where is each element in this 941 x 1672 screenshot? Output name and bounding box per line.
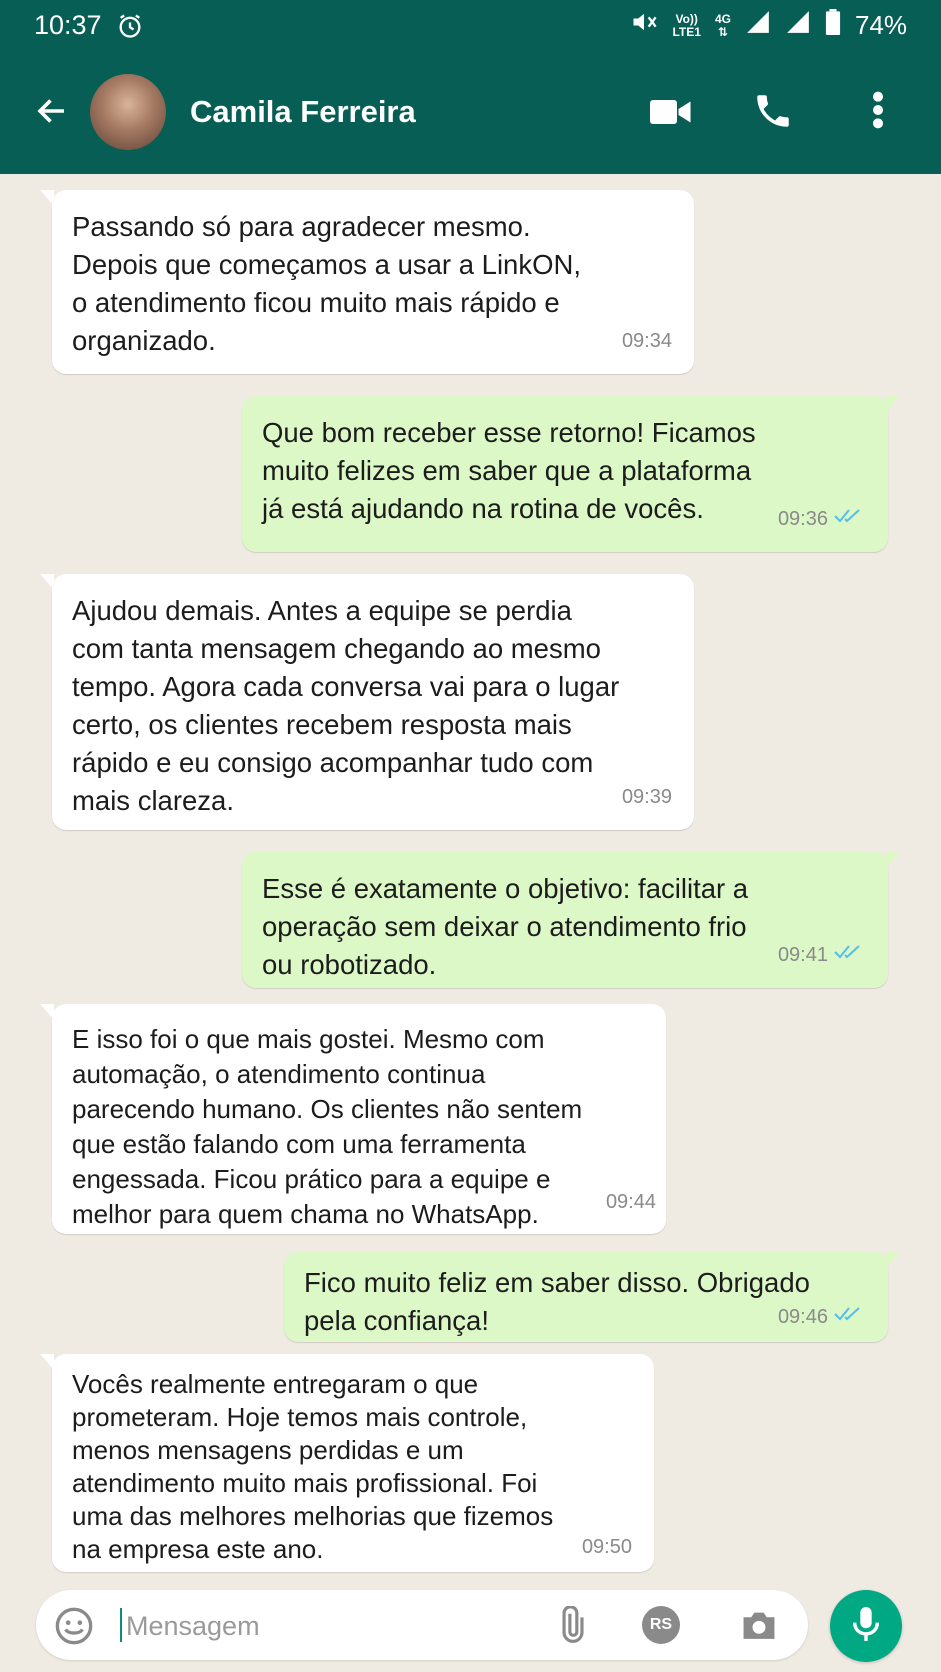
message-line: Ajudou demais. Antes a equipe se perdia xyxy=(72,595,572,626)
message-line: Passando só para agradecer mesmo. xyxy=(72,211,531,242)
message-line: Depois que começamos a usar a LinkON, xyxy=(72,249,581,280)
message-bubble-incoming[interactable]: Ajudou demais. Antes a equipe se perdia … xyxy=(40,574,694,830)
emoji-icon[interactable] xyxy=(54,1606,94,1651)
message-line: mais clareza. xyxy=(72,785,234,816)
signal-icon xyxy=(745,9,771,42)
message-line: Que bom receber esse retorno! Ficamos xyxy=(262,417,756,448)
message-time: 09:50 xyxy=(581,1536,632,1558)
status-bar: 10:37 Vo)) LTE1 4G ⇅ 74% xyxy=(0,0,941,50)
message-line: que estão falando com uma ferramenta xyxy=(72,1129,526,1159)
attach-icon[interactable] xyxy=(552,1605,590,1649)
message-line: atendimento muito mais profissional. Foi xyxy=(72,1468,538,1498)
message-line: automação, o atendimento continua xyxy=(72,1059,486,1089)
message-time: 09:36 xyxy=(777,508,828,530)
message-line: Esse é exatamente o objetivo: facilitar … xyxy=(262,873,749,904)
more-vert-icon[interactable] xyxy=(870,90,886,135)
message-line: E isso foi o que mais gostei. Mesmo com xyxy=(72,1024,545,1054)
message-composer: RS xyxy=(36,1590,808,1660)
message-line: parecendo humano. Os clientes não sentem xyxy=(72,1094,583,1124)
read-ticks-icon xyxy=(834,1298,866,1336)
message-bubble-incoming[interactable]: Vocês realmente entregaram o que promete… xyxy=(40,1354,654,1572)
alarm-icon xyxy=(116,12,144,45)
status-time: 10:37 xyxy=(34,10,102,40)
volte-label: Vo)) xyxy=(675,11,698,26)
message-bubble-outgoing[interactable]: Que bom receber esse retorno! Ficamos mu… xyxy=(242,396,900,552)
message-bubble-incoming[interactable]: E isso foi o que mais gostei. Mesmo com … xyxy=(40,1004,666,1234)
camera-icon[interactable] xyxy=(740,1608,778,1647)
message-line: muito felizes em saber que a plataforma xyxy=(262,455,752,486)
message-line: prometeram. Hoje temos mais controle, xyxy=(72,1402,528,1432)
message-line: Fico muito feliz em saber disso. Obrigad… xyxy=(304,1267,810,1298)
message-line: engessada. Ficou prático para a equipe e xyxy=(72,1164,551,1194)
message-list[interactable]: Passando só para agradecer mesmo. Depois… xyxy=(0,174,941,1574)
message-time: 09:39 xyxy=(621,786,672,808)
signal-icon xyxy=(785,9,811,42)
battery-icon xyxy=(825,9,841,42)
message-line: na empresa este ano. xyxy=(72,1534,324,1564)
message-line: rápido e eu consigo acompanhar tudo com xyxy=(72,747,594,778)
network-4g-indicator: 4G ⇅ xyxy=(714,11,731,39)
mute-icon xyxy=(630,8,658,43)
message-bubble-incoming[interactable]: Passando só para agradecer mesmo. Depois… xyxy=(40,190,694,374)
phone-icon[interactable] xyxy=(752,90,794,137)
message-line: melhor para quem chama no WhatsApp. xyxy=(72,1199,539,1229)
message-line: tempo. Agora cada conversa vai para o lu… xyxy=(72,671,620,702)
message-time: 09:34 xyxy=(621,330,672,352)
message-line: com tanta mensagem chegando ao mesmo xyxy=(72,633,601,664)
volte-indicator: Vo)) LTE1 xyxy=(672,11,701,39)
message-bubble-outgoing[interactable]: Esse é exatamente o objetivo: facilitar … xyxy=(242,852,900,988)
lte-label: LTE1 xyxy=(672,24,701,39)
message-time: 09:41 xyxy=(777,944,828,966)
mic-button[interactable] xyxy=(830,1590,902,1662)
contact-name[interactable]: Camila Ferreira xyxy=(190,94,416,130)
back-arrow-icon[interactable] xyxy=(34,93,70,134)
battery-level: 74% xyxy=(854,10,907,40)
read-ticks-icon xyxy=(834,500,866,538)
message-line: menos mensagens perdidas e um xyxy=(72,1435,464,1465)
message-bubble-outgoing[interactable]: Fico muito feliz em saber disso. Obrigad… xyxy=(284,1252,900,1342)
message-time: 09:44 xyxy=(605,1191,656,1213)
message-line: organizado. xyxy=(72,325,216,356)
message-line: uma das melhores melhorias que fizemos xyxy=(72,1501,554,1531)
network-4g-label: 4G xyxy=(714,11,731,26)
read-ticks-icon xyxy=(834,936,866,974)
video-call-icon[interactable] xyxy=(650,97,692,132)
chat-header: Camila Ferreira xyxy=(0,50,941,174)
avatar[interactable] xyxy=(90,74,166,150)
mic-icon xyxy=(849,1605,883,1648)
message-line: o atendimento ficou muito mais rápido e xyxy=(72,287,560,318)
message-input[interactable] xyxy=(124,1602,548,1650)
message-time: 09:46 xyxy=(777,1306,828,1328)
text-caret xyxy=(120,1608,122,1642)
message-line: certo, os clientes recebem resposta mais xyxy=(72,709,572,740)
rs-shortcut-button[interactable]: RS xyxy=(642,1606,680,1644)
message-line: Vocês realmente entregaram o que xyxy=(72,1369,479,1399)
